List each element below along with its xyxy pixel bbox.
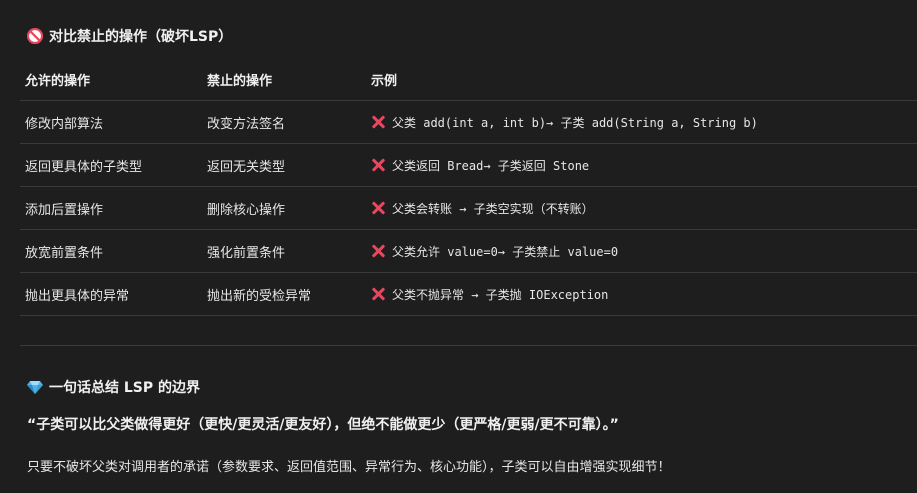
section-heading-prohibited: 对比禁止的操作（破坏LSP） [27, 26, 232, 46]
forbidden-cell: 改变方法签名 [207, 116, 286, 132]
table-row: 修改内部算法 改变方法签名 父类 add(int a, int b)→ 子类 a… [20, 101, 917, 144]
allowed-cell: 放宽前置条件 [25, 245, 104, 261]
allowed-cell: 返回更具体的子类型 [25, 159, 143, 175]
example-cell: 父类 add(int a, int b)→ 子类 add(String a, S… [366, 114, 917, 131]
allowed-cell: 添加后置操作 [25, 202, 104, 218]
table-row: 放宽前置条件 强化前置条件 父类允许 value=0→ 子类禁止 value=0 [20, 230, 917, 273]
column-header-forbidden: 禁止的操作 [207, 73, 273, 89]
table-row: 抛出更具体的异常 抛出新的受检异常 父类不抛异常 → 子类抛 IOExcepti… [20, 273, 917, 316]
example-cell: 父类允许 value=0→ 子类禁止 value=0 [366, 243, 917, 260]
forbidden-cell: 强化前置条件 [207, 245, 286, 261]
prohibited-icon [27, 28, 43, 44]
table-row: 返回更具体的子类型 返回无关类型 父类返回 Bread→ 子类返回 Stone [20, 144, 917, 187]
cross-mark-icon [371, 201, 385, 215]
forbidden-cell: 返回无关类型 [207, 159, 286, 175]
summary-quote: “子类可以比父类做得更好（更快/更灵活/更友好），但绝不能做更少（更严格/更弱/… [27, 417, 619, 433]
table-row: 添加后置操作 删除核心操作 父类会转账 → 子类空实现（不转账） [20, 187, 917, 230]
example-cell: 父类返回 Bread→ 子类返回 Stone [366, 157, 917, 174]
example-text: 父类会转账 → 子类空实现（不转账） [392, 201, 594, 216]
section-title: 对比禁止的操作（破坏LSP） [49, 29, 233, 45]
example-cell: 父类不抛异常 → 子类抛 IOException [366, 286, 917, 303]
example-text: 父类允许 value=0→ 子类禁止 value=0 [392, 244, 619, 259]
example-text: 父类返回 Bread→ 子类返回 Stone [392, 158, 590, 173]
section-divider [20, 345, 917, 346]
summary-note: 只要不破坏父类对调用者的承诺（参数要求、返回值范围、异常行为、核心功能），子类可… [27, 460, 671, 475]
comparison-table: 允许的操作 禁止的操作 示例 修改内部算法 改变方法签名 父类 add(int … [20, 58, 917, 316]
allowed-cell: 抛出更具体的异常 [25, 288, 130, 304]
section-heading-summary: 一句话总结 LSP 的边界 [27, 377, 200, 397]
cross-mark-icon [371, 287, 385, 301]
example-text: 父类 add(int a, int b)→ 子类 add(String a, S… [392, 115, 758, 130]
column-header-allowed: 允许的操作 [25, 73, 91, 89]
example-cell: 父类会转账 → 子类空实现（不转账） [366, 200, 917, 217]
forbidden-cell: 删除核心操作 [207, 202, 286, 218]
cross-mark-icon [371, 115, 385, 129]
cross-mark-icon [371, 158, 385, 172]
table-header-row: 允许的操作 禁止的操作 示例 [20, 58, 917, 101]
gem-icon [27, 379, 43, 395]
forbidden-cell: 抛出新的受检异常 [207, 288, 312, 304]
cross-mark-icon [371, 244, 385, 258]
example-text: 父类不抛异常 → 子类抛 IOException [392, 287, 609, 302]
allowed-cell: 修改内部算法 [25, 116, 104, 132]
section-title: 一句话总结 LSP 的边界 [49, 380, 201, 396]
column-header-example: 示例 [371, 73, 398, 89]
